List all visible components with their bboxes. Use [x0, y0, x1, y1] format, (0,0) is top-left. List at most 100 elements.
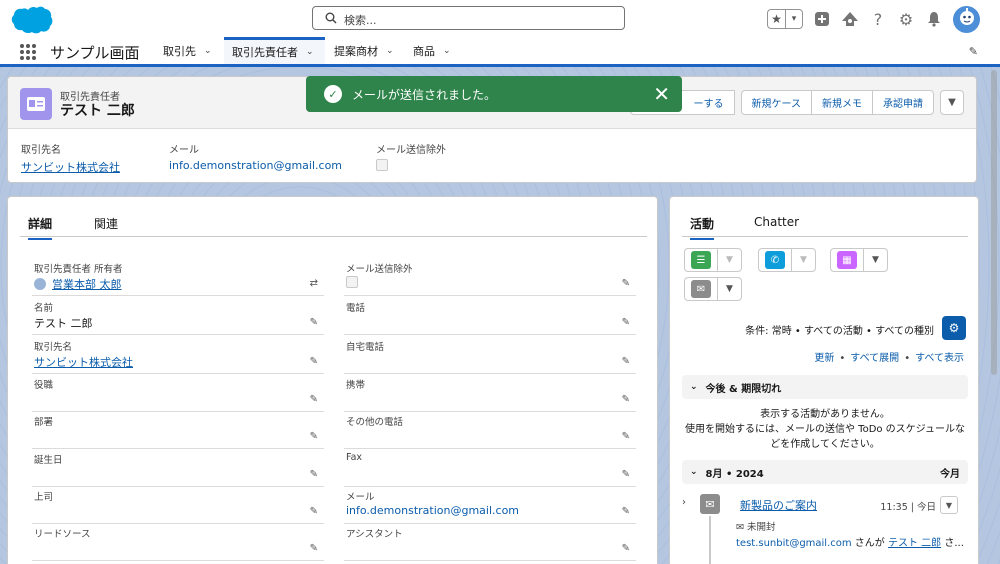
- email-subject-link[interactable]: 新製品のご案内: [740, 497, 817, 513]
- edit-pencil-icon[interactable]: ✎: [310, 317, 318, 328]
- owner-avatar-icon: [34, 278, 46, 290]
- field-owner: 取引先責任者 所有者 営業本部 太郎 ⇄: [32, 259, 324, 296]
- show-all-link[interactable]: すべて表示: [915, 353, 964, 364]
- help-icon[interactable]: ?: [869, 10, 887, 29]
- from-address-link[interactable]: test.sunbit@gmail.com: [736, 538, 852, 549]
- favorites-button[interactable]: ★ ▾: [767, 9, 803, 29]
- app-navigation-bar: サンプル画面 取引先 ⌄ 取引先責任者 ⌄ 提案商材 ⌄ 商品 ⌄ ✎: [0, 37, 1000, 67]
- highlight-label: 取引先名: [21, 145, 61, 156]
- app-launcher-icon[interactable]: [20, 44, 36, 60]
- edit-pencil-icon[interactable]: ✎: [622, 394, 630, 405]
- nav-tab-products[interactable]: 商品 ⌄: [405, 37, 459, 64]
- notifications-bell-icon[interactable]: [925, 10, 943, 28]
- app-name: サンプル画面: [50, 44, 140, 62]
- field-label: 上司: [34, 492, 54, 503]
- field-value: 営業本部 太郎: [34, 276, 122, 292]
- to-contact-link[interactable]: テスト 二郎: [888, 538, 941, 549]
- global-actions-icon[interactable]: [813, 10, 831, 28]
- star-icon[interactable]: ★: [768, 10, 785, 28]
- nav-tab-proposals[interactable]: 提案商材 ⌄: [326, 37, 402, 64]
- salesforce-logo[interactable]: [10, 5, 54, 35]
- favorites-dropdown-icon[interactable]: ▾: [785, 10, 802, 28]
- task-icon: ☰: [691, 251, 711, 269]
- log-call-button[interactable]: ✆ ▼: [758, 248, 816, 272]
- edit-pencil-icon[interactable]: ✎: [622, 431, 630, 442]
- nav-tab-accounts[interactable]: 取引先 ⌄: [155, 37, 220, 64]
- chevron-right-icon[interactable]: ›: [682, 497, 686, 508]
- field-label: 自宅電話: [346, 342, 385, 353]
- field-label: リードソース: [34, 529, 91, 540]
- search-placeholder: 検索...: [344, 14, 377, 27]
- field-value: [346, 276, 358, 291]
- expand-all-link[interactable]: すべて展開: [850, 353, 899, 364]
- empty-line-1: 表示する活動がありません。: [760, 409, 890, 420]
- edit-pencil-icon[interactable]: ✎: [310, 394, 318, 405]
- new-task-button[interactable]: ☰ ▼: [684, 248, 742, 272]
- tab-chatter[interactable]: Chatter: [754, 215, 799, 229]
- field-label: その他の電話: [346, 417, 404, 428]
- submit-approval-button[interactable]: 承認申請: [872, 90, 934, 115]
- setup-gear-icon[interactable]: ⚙: [897, 10, 915, 29]
- global-search-input[interactable]: 検索...: [312, 6, 625, 30]
- edit-pencil-icon[interactable]: ✎: [622, 317, 630, 328]
- nav-tab-contacts[interactable]: 取引先責任者 ⌄: [224, 37, 325, 64]
- field-reports-to: 上司 ✎: [32, 487, 324, 524]
- email-button[interactable]: ✉ ▼: [684, 277, 742, 301]
- calendar-icon: ▦: [837, 251, 857, 269]
- edit-pencil-icon[interactable]: ✎: [622, 278, 630, 289]
- field-department: 部署 ✎: [32, 412, 324, 449]
- upcoming-overdue-section-header[interactable]: ⌄ 今後 & 期限切れ: [682, 375, 968, 399]
- activity-filter-text: 条件: 常時 • すべての活動 • すべての種別: [745, 326, 934, 337]
- edit-pencil-icon[interactable]: ✎: [622, 543, 630, 554]
- edit-pencil-icon[interactable]: ✎: [622, 356, 630, 367]
- new-event-dropdown-icon[interactable]: ▼: [863, 249, 887, 271]
- account-name-link[interactable]: サンビット株式会社: [21, 159, 120, 175]
- chevron-down-icon[interactable]: ⌄: [386, 46, 394, 56]
- field-label: 誕生日: [34, 455, 63, 466]
- phone-icon: ✆: [765, 251, 785, 269]
- record-title: テスト 二郎: [60, 103, 135, 119]
- edit-nav-pencil-icon[interactable]: ✎: [969, 45, 978, 58]
- new-task-dropdown-icon: ▼: [717, 249, 741, 271]
- new-note-button[interactable]: 新規メモ: [811, 90, 873, 115]
- owner-link[interactable]: 営業本部 太郎: [52, 278, 122, 291]
- tab-details[interactable]: 詳細: [28, 215, 53, 240]
- edit-pencil-icon[interactable]: ✎: [310, 356, 318, 367]
- refresh-link[interactable]: 更新: [814, 353, 834, 364]
- month-section-header[interactable]: ⌄ 8月 • 2024 今月: [682, 460, 968, 484]
- record-detail-panel: 詳細 関連 取引先責任者 所有者 営業本部 太郎 ⇄ 名前 テスト 二郎 ✎ 取…: [7, 196, 658, 564]
- tab-activity[interactable]: 活動: [690, 215, 715, 240]
- filter-gear-icon[interactable]: ⚙: [942, 316, 966, 340]
- change-owner-icon[interactable]: ⇄: [310, 278, 318, 289]
- more-actions-dropdown-icon[interactable]: ▼: [940, 90, 964, 115]
- edit-pencil-icon[interactable]: ✎: [310, 543, 318, 554]
- user-avatar[interactable]: [953, 5, 980, 33]
- tab-related[interactable]: 関連: [94, 215, 118, 232]
- field-other-phone: その他の電話 ✎: [344, 412, 636, 449]
- field-label: メール送信除外: [346, 264, 413, 275]
- email-link[interactable]: info.demonstration@gmail.com: [346, 504, 519, 517]
- page-scrollbar[interactable]: [991, 70, 997, 375]
- account-name-link[interactable]: サンビット株式会社: [34, 354, 133, 370]
- new-event-button[interactable]: ▦ ▼: [830, 248, 888, 272]
- new-case-button[interactable]: 新規ケース: [740, 90, 812, 115]
- edit-pencil-icon[interactable]: ✎: [310, 469, 318, 480]
- edit-pencil-icon[interactable]: ✎: [622, 506, 630, 517]
- email-opt-out-checkbox: [376, 159, 388, 171]
- item-dropdown-icon[interactable]: ▼: [940, 496, 958, 514]
- header-utility-icons: ★ ▾ ? ⚙: [767, 5, 980, 33]
- email-link[interactable]: info.demonstration@gmail.com: [169, 159, 342, 172]
- edit-pencil-icon[interactable]: ✎: [310, 431, 318, 442]
- field-mobile: 携帯 ✎: [344, 375, 636, 412]
- trailhead-icon[interactable]: [841, 10, 859, 28]
- close-icon[interactable]: ✕: [653, 82, 670, 106]
- email-time: 11:35 | 今日: [880, 502, 936, 513]
- chevron-down-icon[interactable]: ⌄: [443, 46, 451, 56]
- email-dropdown-icon[interactable]: ▼: [717, 278, 741, 300]
- edit-pencil-icon[interactable]: ✎: [310, 506, 318, 517]
- chevron-down-icon[interactable]: ⌄: [204, 46, 212, 56]
- search-icon: [325, 12, 337, 24]
- chevron-down-icon[interactable]: ⌄: [306, 47, 314, 57]
- success-check-icon: ✓: [324, 85, 342, 103]
- edit-pencil-icon[interactable]: ✎: [622, 469, 630, 480]
